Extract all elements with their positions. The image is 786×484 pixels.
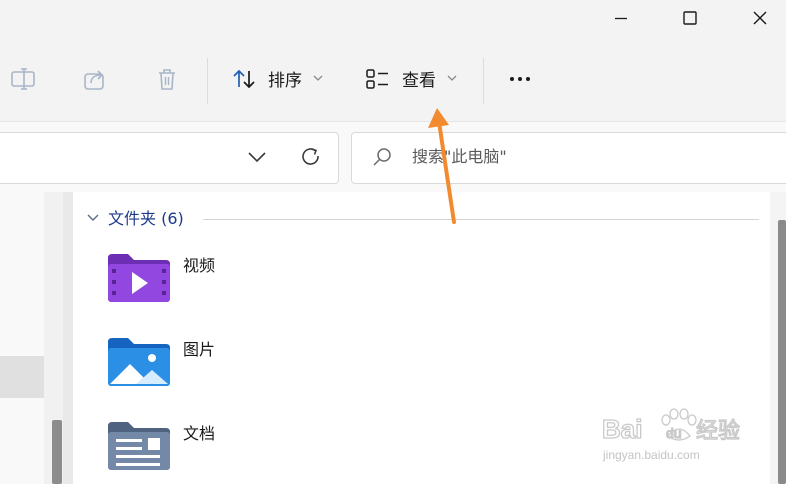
search-icon: [373, 148, 391, 166]
more-icon: [510, 77, 530, 81]
share-icon: [84, 70, 104, 90]
maximize-icon: [683, 11, 697, 25]
sort-label: 排序: [268, 71, 302, 91]
search-placeholder: 搜索"此电脑": [412, 147, 507, 166]
group-header[interactable]: 文件夹 (6): [108, 209, 184, 229]
sort-chevron-down-icon: [313, 75, 323, 81]
view-icon-wrap: [360, 62, 394, 96]
folder-label-videos: 视频: [183, 256, 216, 275]
rename-button[interactable]: [6, 62, 40, 96]
maximize-button[interactable]: [667, 0, 713, 36]
share-button[interactable]: [78, 62, 112, 96]
group-collapse-chevron-icon[interactable]: [86, 212, 100, 224]
folder-label-pictures: 图片: [183, 340, 216, 359]
rename-icon: [11, 68, 35, 90]
content-scroll-thumb[interactable]: [778, 220, 786, 484]
minimize-icon: [615, 17, 627, 20]
svg-text:经验: 经验: [696, 419, 740, 444]
close-button[interactable]: [737, 0, 783, 36]
svg-text:Bai: Bai: [602, 414, 642, 444]
watermark-url: jingyan.baidu.com: [603, 448, 700, 462]
view-list-icon: [366, 69, 388, 89]
sort-icon: [233, 69, 255, 89]
nav-selected-item[interactable]: [0, 356, 44, 398]
video-folder-icon: [108, 254, 170, 302]
address-history-chevron-icon[interactable]: [247, 150, 267, 164]
trash-icon: [159, 69, 175, 90]
svg-text:du: du: [666, 425, 682, 441]
close-icon: [753, 11, 767, 25]
sort-icon-wrap: [227, 62, 261, 96]
more-options-button[interactable]: [503, 62, 537, 96]
minimize-button[interactable]: [598, 0, 644, 36]
view-chevron-down-icon: [447, 75, 457, 81]
pane-divider[interactable]: [63, 192, 73, 484]
refresh-icon[interactable]: [300, 146, 322, 168]
folder-label-documents: 文档: [183, 424, 216, 443]
view-label: 查看: [402, 71, 436, 91]
documents-folder-icon: [108, 422, 170, 470]
pictures-folder-icon: [108, 338, 170, 386]
group-divider: [203, 219, 759, 220]
toolbar-divider: [483, 58, 484, 104]
delete-button[interactable]: [150, 62, 184, 96]
address-bar[interactable]: [0, 132, 339, 184]
navigation-scroll-thumb[interactable]: [52, 420, 62, 484]
toolbar-divider: [207, 58, 208, 104]
